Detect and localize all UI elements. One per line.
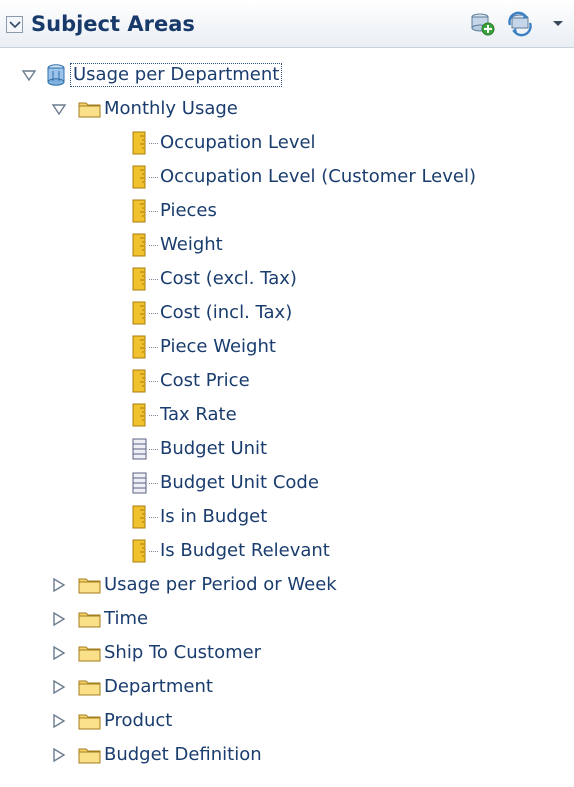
expand-toggle-icon[interactable] [50, 678, 68, 696]
column-label[interactable]: Is Budget Relevant [160, 540, 330, 562]
expand-toggle-icon[interactable] [50, 100, 68, 118]
measure-column-icon [132, 131, 146, 155]
tree-label-folder[interactable]: Ship To Customer [104, 642, 261, 664]
measure-column-icon [132, 369, 146, 393]
tree-column-pieces[interactable]: Pieces [132, 194, 217, 228]
tree-label-folder[interactable]: Time [104, 608, 148, 630]
tree-folder-product[interactable]: Product [50, 704, 172, 738]
tree-column-is-budget-relevant[interactable]: Is Budget Relevant [132, 534, 330, 568]
tree-column-budget-unit[interactable]: Budget Unit [132, 432, 267, 466]
tree-label-folder[interactable]: Department [104, 676, 213, 698]
column-label[interactable]: Pieces [160, 200, 217, 222]
tree-column-piece-weight[interactable]: Piece Weight [132, 330, 276, 364]
expand-toggle-icon[interactable] [50, 576, 68, 594]
measure-column-icon [132, 335, 146, 359]
tree-column-is-in-budget[interactable]: Is in Budget [132, 500, 267, 534]
column-label[interactable]: Occupation Level [160, 132, 316, 154]
measure-column-icon [132, 199, 146, 223]
tree-folder-budget-definition[interactable]: Budget Definition [50, 738, 262, 772]
subject-areas-panel: Subject Areas Usage per Department Month… [0, 0, 574, 787]
measure-column-icon [132, 539, 146, 563]
tree-column-occupation-level-customer[interactable]: Occupation Level (Customer Level) [132, 160, 476, 194]
tree-folder-time[interactable]: Time [50, 602, 148, 636]
expand-toggle-icon[interactable] [20, 66, 38, 84]
tree-node-root[interactable]: Usage per Department [20, 58, 283, 92]
tree-label-folder[interactable]: Monthly Usage [104, 98, 238, 120]
folder-icon [78, 578, 101, 594]
expand-toggle-icon[interactable] [50, 610, 68, 628]
column-label[interactable]: Occupation Level (Customer Level) [160, 166, 476, 188]
tree-folder-ship-to-customer[interactable]: Ship To Customer [50, 636, 261, 670]
tree-column-weight[interactable]: Weight [132, 228, 223, 262]
tree-column-occupation-level[interactable]: Occupation Level [132, 126, 316, 160]
panel-title: Subject Areas [31, 12, 195, 36]
measure-column-icon [132, 165, 146, 189]
tree-column-cost-incl-tax[interactable]: Cost (incl. Tax) [132, 296, 292, 330]
tree-folder-usage-per-period[interactable]: Usage per Period or Week [50, 568, 337, 602]
tree-label-folder[interactable]: Budget Definition [104, 744, 262, 766]
column-label[interactable]: Budget Unit Code [160, 472, 319, 494]
folder-icon [78, 612, 101, 628]
expand-toggle-icon[interactable] [50, 644, 68, 662]
tree-column-cost-price[interactable]: Cost Price [132, 364, 250, 398]
tree-column-budget-unit-code[interactable]: Budget Unit Code [132, 466, 319, 500]
tree-label-root[interactable]: Usage per Department [70, 63, 283, 87]
measure-column-icon [132, 403, 146, 427]
column-label[interactable]: Piece Weight [160, 336, 276, 358]
folder-icon [78, 748, 101, 764]
tree-label-folder[interactable]: Product [104, 710, 172, 732]
folder-icon [78, 714, 101, 730]
measure-column-icon [132, 233, 146, 257]
tree-folder-monthly-usage[interactable]: Monthly Usage [50, 92, 238, 126]
tree-column-tax-rate[interactable]: Tax Rate [132, 398, 237, 432]
column-label[interactable]: Cost (excl. Tax) [160, 268, 297, 290]
dropdown-arrow-icon[interactable] [552, 20, 564, 28]
column-label[interactable]: Budget Unit [160, 438, 267, 460]
column-label[interactable]: Is in Budget [160, 506, 267, 528]
tree-label-folder[interactable]: Usage per Period or Week [104, 574, 337, 596]
measure-column-icon [132, 267, 146, 291]
add-subject-area-icon[interactable] [468, 11, 496, 37]
measure-column-icon [132, 301, 146, 325]
tree-column-cost-excl-tax[interactable]: Cost (excl. Tax) [132, 262, 297, 296]
attribute-column-icon [132, 438, 147, 460]
folder-icon [78, 646, 101, 662]
column-label[interactable]: Tax Rate [160, 404, 237, 426]
collapse-icon[interactable] [6, 16, 23, 33]
expand-toggle-icon[interactable] [50, 746, 68, 764]
folder-icon [78, 680, 101, 696]
column-label[interactable]: Cost (incl. Tax) [160, 302, 292, 324]
panel-header: Subject Areas [0, 0, 574, 48]
refresh-icon[interactable] [506, 11, 534, 37]
tree-folder-department[interactable]: Department [50, 670, 213, 704]
attribute-column-icon [132, 472, 147, 494]
column-label[interactable]: Weight [160, 234, 223, 256]
folder-icon [78, 102, 101, 118]
measure-column-icon [132, 505, 146, 529]
column-label[interactable]: Cost Price [160, 370, 250, 392]
subject-area-cube-icon [47, 64, 65, 86]
expand-toggle-icon[interactable] [50, 712, 68, 730]
